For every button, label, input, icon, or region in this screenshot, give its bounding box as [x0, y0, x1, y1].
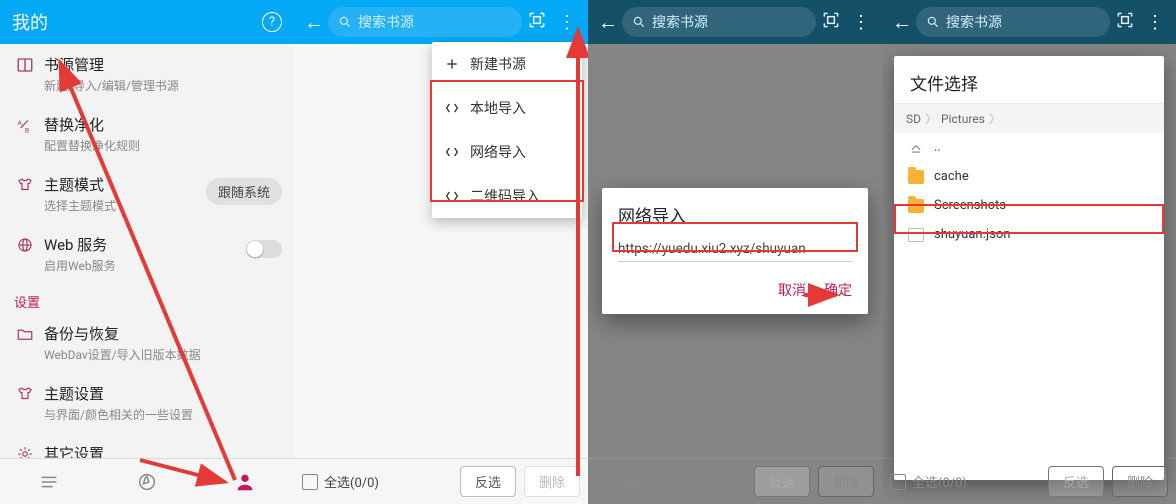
section-settings: 设置 — [0, 284, 294, 313]
file-name: Screenshots — [934, 198, 1006, 213]
search-placeholder: 搜索书源 — [358, 12, 414, 32]
panel-net-import: ← 搜索书源 ⋮ 网络导入 https://yuedu.xiu2.xyz/shu… — [588, 0, 882, 504]
shirt-icon — [12, 385, 38, 403]
file-row-json[interactable]: shuyuan.json — [894, 220, 1164, 249]
shirt-icon — [12, 176, 38, 194]
menu-net-import[interactable]: 网络导入 — [432, 130, 582, 174]
select-all-label: 全选(0/0) — [618, 472, 673, 491]
file-chooser: 文件选择 SD 〉 Pictures 〉 .. cache Screenshot… — [894, 56, 1164, 480]
menu-label: 二维码导入 — [470, 186, 540, 206]
header: 我的 ? — [0, 0, 294, 44]
item-theme-settings[interactable]: 主题设置 与界面/颜色相关的一些设置 — [0, 373, 294, 433]
select-all-checkbox[interactable] — [596, 474, 612, 490]
item-title: 备份与恢复 — [44, 323, 282, 344]
item-title: 主题设置 — [44, 383, 282, 404]
item-sub: 新建/导入/编辑/管理书源 — [44, 77, 282, 94]
file-name: cache — [934, 169, 969, 184]
tab-my[interactable] — [196, 459, 294, 504]
select-all-label: 全选(0/0) — [912, 472, 967, 491]
file-row-folder[interactable]: cache — [894, 162, 1164, 191]
menu-label: 新建书源 — [470, 54, 526, 74]
panel-my: 我的 ? 书源管理 新建/导入/编辑/管理书源 AB 替换净化 配置替换净化规则… — [0, 0, 294, 504]
dialog-url-input[interactable]: https://yuedu.xiu2.xyz/shuyuan — [618, 241, 852, 262]
search-input[interactable]: 搜索书源 — [328, 7, 522, 37]
svg-text:B: B — [25, 127, 29, 135]
menu-label: 本地导入 — [470, 98, 526, 118]
item-sub: WebDav设置/导入旧版本数据 — [44, 346, 282, 363]
dialog-title: 网络导入 — [618, 202, 852, 227]
source-dropdown: 新建书源 本地导入 网络导入 二维码导入 — [432, 42, 582, 218]
scan-icon[interactable] — [816, 10, 846, 35]
cancel-button[interactable]: 取消 — [778, 280, 806, 300]
more-icon[interactable]: ⋮ — [846, 12, 876, 33]
source-footer: 全选(0/0) 反选 删除 — [294, 458, 588, 504]
net-import-dialog: 网络导入 https://yuedu.xiu2.xyz/shuyuan 取消 确… — [602, 188, 868, 314]
source-header: ← 搜索书源 ⋮ — [294, 0, 588, 44]
delete-button[interactable]: 删除 — [818, 466, 874, 497]
breadcrumb: SD 〉 Pictures 〉 — [894, 104, 1164, 133]
item-title: 主题模式 — [44, 174, 206, 195]
item-book-source[interactable]: 书源管理 新建/导入/编辑/管理书源 — [0, 44, 294, 104]
item-title: Web 服务 — [44, 234, 246, 255]
item-sub: 与界面/颜色相关的一些设置 — [44, 406, 282, 423]
panel-file-chooser: ← 搜索书源 ⋮ 文件选择 SD 〉 Pictures 〉 .. cache — [882, 0, 1176, 504]
file-name: .. — [934, 140, 941, 155]
help-icon[interactable]: ? — [262, 12, 282, 32]
back-icon[interactable]: ← — [888, 10, 916, 35]
item-title: 替换净化 — [44, 114, 282, 135]
select-all-checkbox[interactable] — [890, 474, 906, 490]
replace-icon: AB — [12, 116, 38, 134]
crumb-pictures[interactable]: Pictures — [941, 112, 985, 126]
more-icon[interactable]: ⋮ — [1140, 12, 1170, 33]
tab-bookshelf[interactable] — [0, 459, 98, 504]
back-icon[interactable]: ← — [300, 10, 328, 35]
file-chooser-title: 文件选择 — [894, 56, 1164, 104]
globe-icon — [12, 236, 38, 254]
invert-button[interactable]: 反选 — [754, 466, 810, 497]
file-icon — [908, 228, 924, 242]
file-row-folder[interactable]: Screenshots — [894, 191, 1164, 220]
select-all-checkbox[interactable] — [302, 474, 318, 490]
invert-button[interactable]: 反选 — [460, 466, 516, 497]
menu-new-source[interactable]: 新建书源 — [432, 42, 582, 86]
menu-label: 网络导入 — [470, 142, 526, 162]
panel-source-menu: ← 搜索书源 ⋮ 新建书源 本地导入 网络导入 二维码导入 — [294, 0, 588, 504]
file-row-up[interactable]: .. — [894, 133, 1164, 162]
bottom-nav — [0, 458, 294, 504]
scan-icon[interactable] — [1110, 10, 1140, 35]
menu-local-import[interactable]: 本地导入 — [432, 86, 582, 130]
item-replace[interactable]: AB 替换净化 配置替换净化规则 — [0, 104, 294, 164]
invert-button[interactable]: 反选 — [1048, 466, 1104, 497]
scan-icon[interactable] — [522, 10, 552, 35]
item-theme-mode[interactable]: 主题模式 选择主题模式 跟随系统 — [0, 164, 294, 224]
item-sub: 配置替换净化规则 — [44, 137, 282, 154]
book-icon — [12, 56, 38, 74]
menu-qr-import[interactable]: 二维码导入 — [432, 174, 582, 218]
theme-mode-chip[interactable]: 跟随系统 — [206, 178, 282, 205]
item-title: 书源管理 — [44, 54, 282, 75]
tab-explore[interactable] — [98, 459, 196, 504]
more-icon[interactable]: ⋮ — [552, 12, 582, 33]
select-all-label: 全选(0/0) — [324, 472, 379, 491]
folder-icon — [908, 199, 924, 213]
search-placeholder: 搜索书源 — [946, 12, 1002, 32]
folder-icon — [12, 325, 38, 343]
search-placeholder: 搜索书源 — [652, 12, 708, 32]
folder-icon — [908, 170, 924, 184]
web-service-toggle[interactable] — [246, 240, 282, 258]
delete-button[interactable]: 删除 — [1112, 466, 1168, 497]
back-icon[interactable]: ← — [594, 10, 622, 35]
item-web-service[interactable]: Web 服务 启用Web服务 — [0, 224, 294, 284]
delete-button[interactable]: 删除 — [524, 466, 580, 497]
ok-button[interactable]: 确定 — [824, 280, 852, 300]
svg-text:A: A — [18, 119, 23, 127]
item-sub: 启用Web服务 — [44, 257, 246, 274]
file-name: shuyuan.json — [934, 227, 1010, 242]
page-title: 我的 — [12, 9, 262, 35]
item-backup[interactable]: 备份与恢复 WebDav设置/导入旧版本数据 — [0, 313, 294, 373]
item-sub: 选择主题模式 — [44, 197, 206, 214]
crumb-sd[interactable]: SD — [906, 112, 921, 126]
